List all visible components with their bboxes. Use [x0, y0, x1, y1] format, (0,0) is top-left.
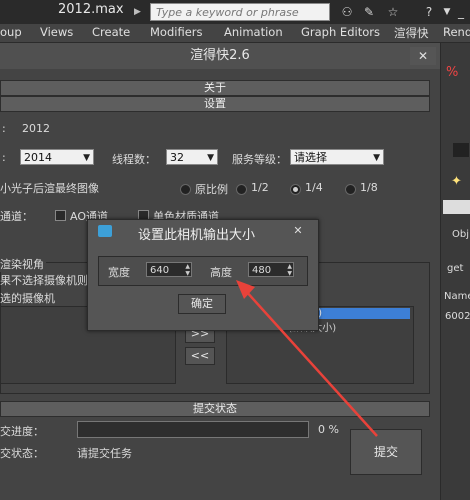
annotation-arrow: [236, 280, 378, 437]
